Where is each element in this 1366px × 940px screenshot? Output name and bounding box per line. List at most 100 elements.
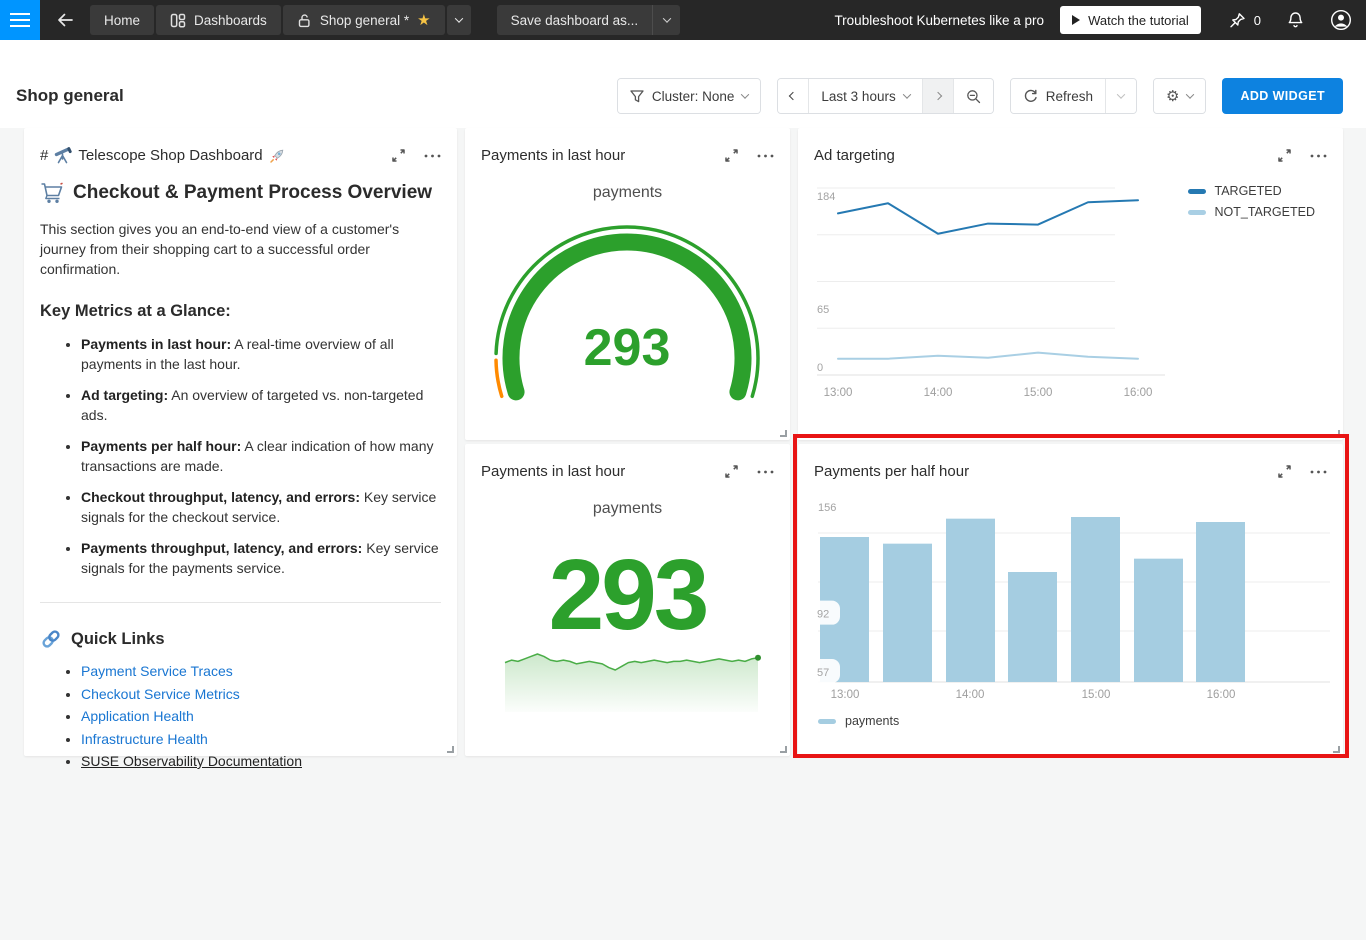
quick-links-heading-text: Quick Links — [71, 630, 165, 649]
telescope-icon — [54, 147, 72, 164]
legend-item[interactable]: TARGETED — [1188, 184, 1315, 198]
menu-button[interactable] — [0, 0, 40, 40]
resize-handle[interactable] — [1333, 430, 1340, 437]
bell-icon — [1287, 11, 1304, 29]
page-header: Shop general Cluster: None Last 3 hours — [0, 40, 1366, 128]
resize-handle[interactable] — [780, 746, 787, 753]
metric-item: Payments in last hour: A real-time overv… — [81, 334, 441, 374]
top-bar: Home Dashboards Shop general * ★ Save da… — [0, 0, 1366, 40]
chevron-down-icon — [902, 90, 910, 98]
time-back-button[interactable] — [778, 79, 808, 113]
svg-text:13:00: 13:00 — [831, 689, 860, 701]
quick-link-item: Checkout Service Metrics — [81, 687, 441, 701]
zoom-out-icon — [966, 89, 981, 104]
legend-label: TARGETED — [1215, 184, 1282, 198]
notifications-button[interactable] — [1287, 11, 1304, 29]
add-widget-button[interactable]: ADD WIDGET — [1222, 78, 1343, 114]
svg-text:65: 65 — [817, 304, 829, 316]
watch-tutorial-button[interactable]: Watch the tutorial — [1060, 6, 1201, 34]
zoom-out-button[interactable] — [953, 79, 993, 113]
refresh-button[interactable]: Refresh — [1011, 79, 1105, 113]
chart-legend: TARGETED NOT_TARGETED — [1188, 184, 1315, 219]
user-avatar-icon — [1330, 9, 1352, 31]
legend-label: NOT_TARGETED — [1215, 205, 1315, 219]
widget-header: Payments in last hour — [465, 128, 790, 168]
refresh-interval-button[interactable] — [1105, 79, 1136, 113]
svg-text:184: 184 — [817, 191, 835, 203]
widget-title: Payments in last hour — [481, 147, 625, 164]
legend-swatch — [1188, 210, 1206, 215]
markdown-title-text: Telescope Shop Dashboard — [78, 147, 262, 164]
resize-handle[interactable] — [780, 430, 787, 437]
legend-item[interactable]: NOT_TARGETED — [1188, 205, 1315, 219]
gauge-chart: 293 — [465, 128, 790, 440]
doc-link[interactable]: SUSE Observability Documentation — [81, 753, 302, 769]
widget-markdown: # Telescope Shop Dashboard Checkout & Pa… — [24, 128, 457, 756]
widget-actions — [391, 148, 441, 163]
widget-title: Payments per half hour — [814, 463, 969, 480]
time-forward-button[interactable] — [922, 79, 953, 113]
quick-links-list: Payment Service Traces Checkout Service M… — [56, 664, 441, 768]
settings-control: ⚙ — [1153, 78, 1206, 114]
quick-link-item: Infrastructure Health — [81, 732, 441, 746]
chevron-down-icon — [454, 14, 462, 22]
back-button[interactable] — [40, 0, 90, 40]
quick-link[interactable]: Checkout Service Metrics — [81, 686, 240, 702]
cluster-filter-button[interactable]: Cluster: None — [618, 79, 761, 113]
pin-count: 0 — [1254, 13, 1261, 28]
pinned-views-button[interactable]: 0 — [1229, 12, 1261, 29]
tab-shop-general[interactable]: Shop general * ★ — [283, 5, 445, 35]
save-dashboard-as-button[interactable]: Save dashboard as... — [497, 5, 653, 35]
quick-link-item: Payment Service Traces — [81, 664, 441, 678]
quick-link[interactable]: Application Health — [81, 708, 194, 724]
more-menu-icon[interactable] — [1310, 154, 1327, 158]
tab-dashboards-label: Dashboards — [194, 13, 267, 28]
tab-dashboards[interactable]: Dashboards — [156, 5, 281, 35]
more-menu-icon[interactable] — [757, 154, 774, 158]
expand-icon[interactable] — [724, 464, 739, 479]
time-range-button[interactable]: Last 3 hours — [808, 79, 921, 113]
svg-text:14:00: 14:00 — [956, 689, 985, 701]
widget-title: # Telescope Shop Dashboard — [40, 147, 285, 164]
tab-home[interactable]: Home — [90, 5, 154, 35]
resize-handle[interactable] — [447, 746, 454, 753]
expand-icon[interactable] — [1277, 148, 1292, 163]
legend-swatch — [818, 719, 836, 724]
refresh-control: Refresh — [1010, 78, 1137, 114]
more-menu-icon[interactable] — [757, 470, 774, 474]
chevron-down-icon — [741, 90, 749, 98]
quick-link[interactable]: Infrastructure Health — [81, 731, 208, 747]
expand-icon[interactable] — [391, 148, 406, 163]
widget-header: Payments in last hour — [465, 444, 790, 484]
favorite-star-icon[interactable]: ★ — [417, 13, 430, 28]
metrics-list: Payments in last hour: A real-time overv… — [56, 334, 441, 578]
legend-item[interactable]: payments — [818, 714, 899, 728]
markdown-heading-text: Checkout & Payment Process Overview — [73, 182, 432, 204]
play-icon — [1072, 15, 1080, 25]
more-menu-icon[interactable] — [1310, 470, 1327, 474]
rocket-icon — [269, 148, 285, 164]
page-title: Shop general — [16, 86, 124, 106]
quick-links-heading: Quick Links — [40, 628, 441, 650]
resize-handle[interactable] — [1333, 746, 1340, 753]
widget-actions — [1277, 148, 1327, 163]
widget-ad-targeting: Ad targeting 18465013:0014:0015:0016:00 … — [798, 128, 1343, 440]
quick-link[interactable]: Payment Service Traces — [81, 663, 233, 679]
expand-icon[interactable] — [1277, 464, 1292, 479]
dashboard-settings-button[interactable]: ⚙ — [1154, 79, 1205, 113]
refresh-label: Refresh — [1046, 89, 1093, 104]
user-menu-button[interactable] — [1330, 9, 1352, 31]
widget-header: # Telescope Shop Dashboard — [24, 128, 457, 168]
time-range-label: Last 3 hours — [821, 89, 895, 104]
save-as-dropdown-button[interactable] — [652, 5, 680, 35]
widget-actions — [724, 464, 774, 479]
svg-text:92: 92 — [817, 609, 829, 621]
expand-icon[interactable] — [724, 148, 739, 163]
markdown-heading: Checkout & Payment Process Overview — [40, 182, 441, 204]
pin-icon — [1229, 12, 1246, 29]
widget-actions — [724, 148, 774, 163]
more-menu-icon[interactable] — [424, 154, 441, 158]
tabs-expander[interactable] — [447, 5, 471, 35]
metric-label: payments — [465, 500, 790, 518]
svg-text:15:00: 15:00 — [1024, 387, 1053, 399]
